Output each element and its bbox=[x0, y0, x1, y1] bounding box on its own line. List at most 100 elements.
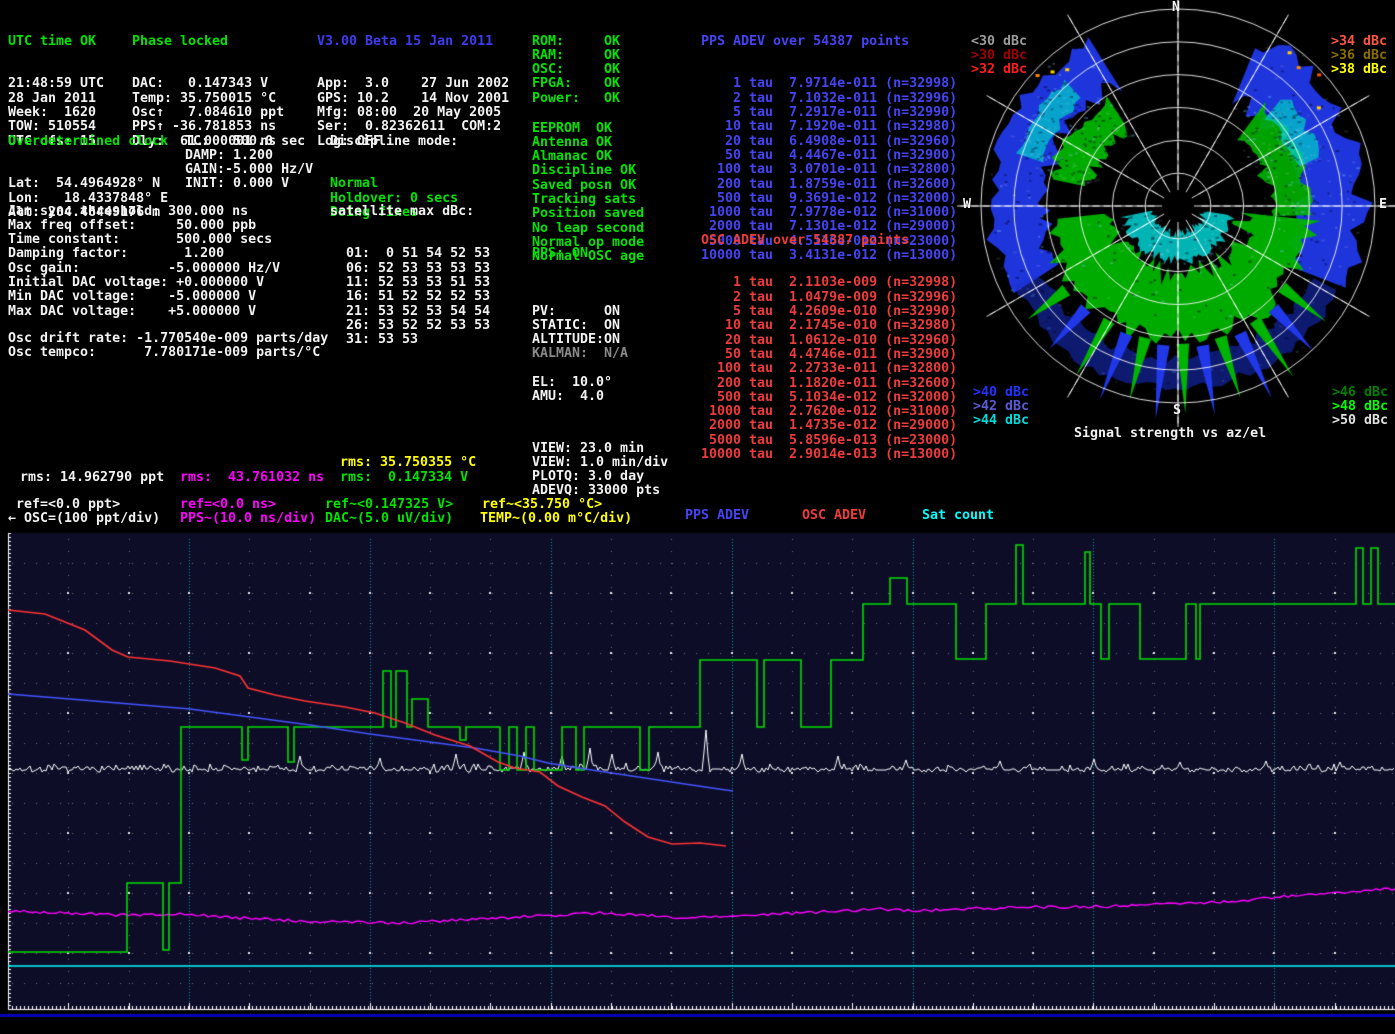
phase-status: Phase locked bbox=[132, 35, 284, 49]
selftest-line: OSC: OK bbox=[532, 63, 620, 77]
rms-dac: rms: 0.147334 V bbox=[340, 471, 468, 485]
osc-adev-row: 2000 tau 1.4735e-012 (n=29000) bbox=[701, 419, 957, 433]
version-title: V3.00 Beta 15 Jan 2011 bbox=[317, 35, 509, 49]
dbc-legend-entry: >32 dBc bbox=[971, 63, 1027, 77]
scale-dac: DAC~(5.0 uV/div) bbox=[325, 512, 453, 526]
dbc-legend-entry: >46 dBc bbox=[1332, 386, 1388, 400]
dbc-legend-top-left: <30 dBc>30 dBc>32 dBc bbox=[971, 6, 1027, 106]
pps-adev-legend: PPS ADEV bbox=[685, 509, 749, 523]
osc-adev-row: 500 tau 5.1034e-012 (n=32000) bbox=[701, 391, 957, 405]
pps-adev-row: 100 tau 3.0701e-011 (n=32800) bbox=[701, 163, 957, 177]
sat-max-row: 01: 0 51 54 52 53 bbox=[330, 247, 490, 261]
pps-adev-row: 20 tau 6.4908e-011 (n=32960) bbox=[701, 135, 957, 149]
param-line: Damping factor: 1.200 bbox=[8, 247, 280, 261]
osc-adev-row: 5000 tau 5.8596e-013 (n=23000) bbox=[701, 434, 957, 448]
param-line: Osc gain: -5.000000 Hz/V bbox=[8, 262, 280, 276]
rms-temp: rms: 35.750355 °C bbox=[340, 456, 476, 470]
sat-max-row: 31: 53 53 bbox=[330, 333, 490, 347]
sat-max-dbc-block: satellite max dBc: 01: 0 51 54 52 53 06:… bbox=[330, 176, 490, 376]
mask-line: EL: 10.0° bbox=[532, 376, 612, 390]
sat-count-legend: Sat count bbox=[922, 509, 994, 523]
osc-adev-title: OSC ADEV over 54387 points bbox=[701, 234, 957, 248]
discipline-title: Discipline mode: bbox=[330, 135, 458, 149]
dbc-legend-entry: >34 dBc bbox=[1331, 35, 1387, 49]
filter-line: STATIC: ON bbox=[532, 319, 628, 333]
gps-status-line: Antenna OK bbox=[532, 136, 644, 150]
pps-adev-row: 5 tau 7.2917e-011 (n=32990) bbox=[701, 106, 957, 120]
dbc-legend-bottom-left: >40 dBc>42 dBc>44 dBc bbox=[973, 357, 1029, 457]
dbc-legend-entry: >40 dBc bbox=[973, 386, 1029, 400]
filter-line: ALTITUDE:ON bbox=[532, 333, 628, 347]
sat-max-row: 11: 52 53 53 51 53 bbox=[330, 276, 490, 290]
osc-adev-row: 50 tau 4.4746e-011 (n=32900) bbox=[701, 348, 957, 362]
sat-max-row: 26: 53 52 52 53 53 bbox=[330, 319, 490, 333]
pps-adev-row: 1 tau 7.9714e-011 (n=32998) bbox=[701, 77, 957, 91]
sat-max-row: 21: 53 52 53 54 54 bbox=[330, 305, 490, 319]
loop-line: DAMP: 1.200 bbox=[185, 149, 313, 163]
osc-adev-row: 200 tau 1.1820e-011 (n=32600) bbox=[701, 377, 957, 391]
mask-line: AMU: 4.0 bbox=[532, 390, 612, 404]
compass-north: N bbox=[1172, 1, 1180, 15]
param-line: Jam sync threshold: 300.000 ns bbox=[8, 205, 280, 219]
polar-caption: Signal strength vs az/el bbox=[1074, 427, 1266, 441]
gps-status-line: No leap second bbox=[532, 222, 644, 236]
dbc-legend-entry: >42 dBc bbox=[973, 400, 1029, 414]
selftest-line: FPGA: OK bbox=[532, 77, 620, 91]
pps-adev-row: 200 tau 1.8759e-011 (n=32600) bbox=[701, 178, 957, 192]
dbc-legend-entry: >48 dBc bbox=[1332, 400, 1388, 414]
compass-east: E bbox=[1379, 198, 1387, 212]
utc-status: UTC time OK bbox=[8, 35, 104, 49]
lady-heather-screen: UTC time OK 21:48:59 UTC28 Jan 2011Week:… bbox=[0, 0, 1395, 1034]
utc-line: 21:48:59 UTC bbox=[8, 77, 104, 91]
compass-west: W bbox=[963, 198, 971, 212]
selftest-line: RAM: OK bbox=[532, 49, 620, 63]
pps-adev-title: PPS ADEV over 54387 points bbox=[701, 35, 957, 49]
gps-status-line: Discipline OK bbox=[532, 164, 644, 178]
version-line: GPS: 10.2 14 Nov 2001 bbox=[317, 92, 509, 106]
osc-adev-table: OSC ADEV over 54387 points 1 tau 2.1103e… bbox=[701, 205, 957, 491]
pps-adev-row: 2 tau 7.1032e-011 (n=32996) bbox=[701, 92, 957, 106]
dbc-legend-top-right: >34 dBc>36 dBc>38 dBc bbox=[1331, 6, 1387, 106]
pps-adev-row: 10 tau 7.1920e-011 (n=32980) bbox=[701, 120, 957, 134]
pps-state: PPS: ON bbox=[532, 247, 588, 261]
pps-adev-row: 500 tau 9.3691e-012 (n=32000) bbox=[701, 192, 957, 206]
osc-characteristics-block: Osc drift rate: -1.770540e-009 parts/day… bbox=[8, 303, 328, 389]
scale-pps: PPS~(10.0 ns/div) bbox=[180, 512, 316, 526]
phase-line: DAC: 0.147343 V bbox=[132, 77, 284, 91]
compass-south: S bbox=[1173, 404, 1181, 418]
version-line: App: 3.0 27 Jun 2002 bbox=[317, 77, 509, 91]
osc-char-line: Osc drift rate: -1.770540e-009 parts/day bbox=[8, 332, 328, 346]
gps-status-block: EEPROM OKAntenna OKAlmanac OKDiscipline … bbox=[532, 93, 644, 293]
osc-adev-row: 1000 tau 2.7620e-012 (n=31000) bbox=[701, 405, 957, 419]
utc-line: 28 Jan 2011 bbox=[8, 92, 104, 106]
view-line: VIEW: 1.0 min/div bbox=[532, 456, 668, 470]
osc-adev-row: 1 tau 2.1103e-009 (n=32998) bbox=[701, 276, 957, 290]
dbc-legend-entry: >44 dBc bbox=[973, 414, 1029, 428]
scale-temp: TEMP~(0.00 m°C/div) bbox=[480, 512, 632, 526]
phase-line: Temp: 35.750015 °C bbox=[132, 92, 284, 106]
osc-adev-row: 2 tau 1.0479e-009 (n=32996) bbox=[701, 291, 957, 305]
dbc-legend-bottom-right: >46 dBc>48 dBc>50 dBc bbox=[1332, 357, 1388, 457]
osc-adev-legend: OSC ADEV bbox=[802, 509, 866, 523]
dbc-legend-entry: >36 dBc bbox=[1331, 49, 1387, 63]
dbc-legend-entry: <30 dBc bbox=[971, 35, 1027, 49]
gps-status-line: Saved posn OK bbox=[532, 179, 644, 193]
dbc-legend-entry: >50 dBc bbox=[1332, 414, 1388, 428]
dbc-legend-entry: >30 dBc bbox=[971, 49, 1027, 63]
osc-adev-row: 10 tau 2.1745e-010 (n=32980) bbox=[701, 319, 957, 333]
osc-adev-row: 10000 tau 2.9014e-013 (n=13000) bbox=[701, 448, 957, 462]
osc-char-line: Osc tempco: 7.780171e-009 parts/°C bbox=[8, 346, 328, 360]
gps-status-line: Position saved bbox=[532, 207, 644, 221]
osc-adev-row: 5 tau 4.2609e-010 (n=32990) bbox=[701, 305, 957, 319]
scale-osc: ← OSC=(100 ppt/div) bbox=[8, 512, 160, 526]
view-line: VIEW: 23.0 min bbox=[532, 442, 668, 456]
sat-max-row: 16: 51 52 52 52 53 bbox=[330, 290, 490, 304]
rms-osc: rms: 14.962790 ppt bbox=[20, 471, 164, 485]
dbc-legend-entry: >38 dBc bbox=[1331, 63, 1387, 77]
gps-status-line: EEPROM OK bbox=[532, 122, 644, 136]
osc-adev-row: 20 tau 1.0612e-010 (n=32960) bbox=[701, 334, 957, 348]
filter-line: PV: ON bbox=[532, 305, 628, 319]
pps-adev-row: 50 tau 4.4467e-011 (n=32900) bbox=[701, 149, 957, 163]
view-line: PLOTQ: 3.0 day bbox=[532, 470, 668, 484]
sat-max-title: satellite max dBc: bbox=[330, 205, 490, 219]
